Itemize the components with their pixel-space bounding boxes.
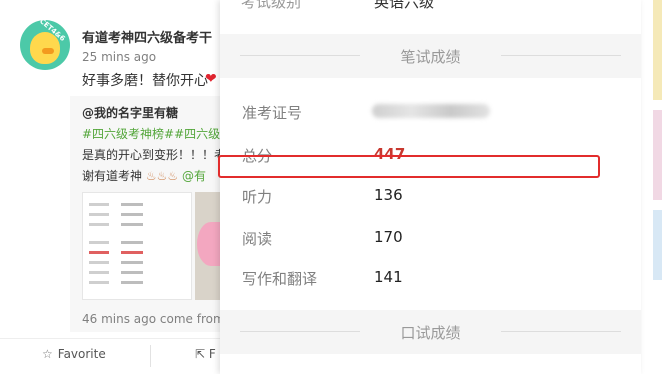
image-thumbnail-1[interactable]: [82, 192, 192, 300]
total-score-highlight-box: [218, 155, 600, 178]
row-label-ticket: 准考证号: [242, 104, 303, 122]
forward-label: F: [208, 347, 216, 361]
written-section-header: 笔试成绩: [220, 34, 641, 78]
exam-level-value: 英语六级: [374, 0, 435, 11]
post-time[interactable]: 25 mins ago: [82, 50, 156, 64]
repost-time[interactable]: 46 mins ago come from iF: [82, 312, 239, 326]
repost-text-line2: 谢有道考神 ♨♨♨ @有: [82, 167, 206, 184]
written-section-title: 笔试成绩: [400, 48, 461, 66]
ticket-number-blurred: [372, 104, 490, 118]
star-icon: ☆: [42, 347, 53, 361]
row-label-writing: 写作和翻译: [242, 270, 318, 288]
author-name[interactable]: 有道考神四六级备考干: [82, 27, 212, 46]
repost-tags[interactable]: #四六级考神榜##四六级: [82, 125, 220, 142]
reading-score-value: 170: [374, 228, 403, 246]
oral-section-header: 口试成绩: [220, 310, 641, 354]
forward-button[interactable]: ⇱ F: [195, 347, 216, 361]
heart-icon: ❤: [205, 71, 217, 87]
action-divider: [150, 345, 151, 367]
repost-text-line2-start: 谢有道考神: [82, 169, 143, 183]
oral-section-title: 口试成绩: [400, 324, 461, 342]
forward-icon: ⇱: [195, 347, 209, 361]
writing-score-value: 141: [374, 268, 403, 286]
right-sidebar-edge: [640, 0, 662, 374]
exam-level-label: 考试级别: [241, 0, 302, 11]
listening-score-value: 136: [374, 186, 403, 204]
score-card-image: 考试级别 英语六级 笔试成绩 准考证号 总分 447 听力 136 阅读 170…: [220, 0, 641, 374]
avatar[interactable]: CET4&6: [20, 20, 70, 70]
row-label-listening: 听力: [242, 188, 273, 206]
favorite-label: Favorite: [57, 347, 106, 361]
duck-beak: [42, 48, 54, 54]
row-label-reading: 阅读: [242, 230, 273, 248]
repost-text-line1: 是真的开心到变形！！！考: [82, 148, 227, 162]
repost-user[interactable]: @我的名字里有糖: [82, 104, 178, 121]
dancing-emoji-icon: ♨♨♨: [145, 169, 179, 183]
post-text: 好事多磨！替你开心: [82, 73, 208, 89]
favorite-button[interactable]: ☆ Favorite: [42, 347, 106, 361]
repost-mention[interactable]: @有: [182, 169, 206, 183]
repost-box[interactable]: @我的名字里有糖 #四六级考神榜##四六级 是真的开心到变形！！！考 谢有道考神…: [70, 96, 239, 332]
